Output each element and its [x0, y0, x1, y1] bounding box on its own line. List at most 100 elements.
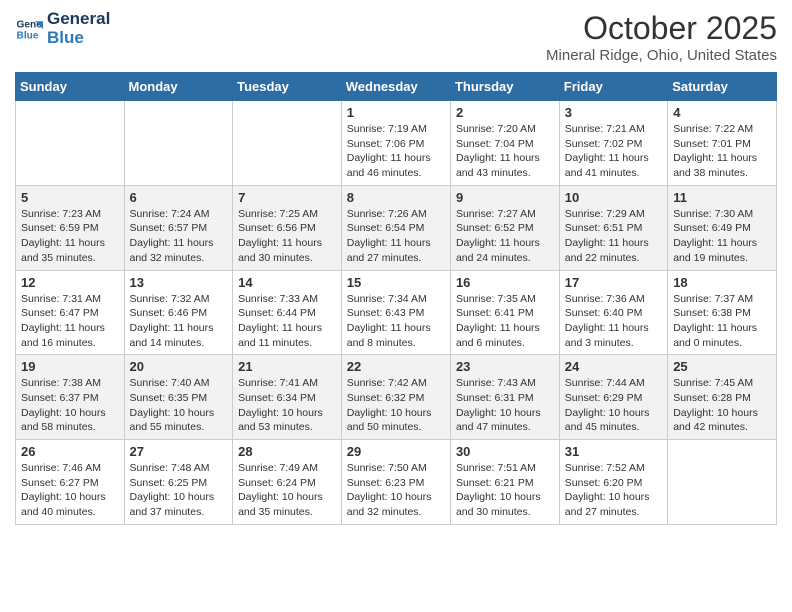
- day-number: 8: [347, 190, 445, 205]
- calendar-cell: 29Sunrise: 7:50 AM Sunset: 6:23 PM Dayli…: [341, 440, 450, 525]
- logo: General Blue General Blue: [15, 10, 110, 47]
- day-number: 12: [21, 275, 119, 290]
- day-number: 29: [347, 444, 445, 459]
- day-number: 13: [130, 275, 228, 290]
- day-number: 31: [565, 444, 662, 459]
- day-info: Sunrise: 7:20 AM Sunset: 7:04 PM Dayligh…: [456, 122, 554, 181]
- calendar-cell: 10 Sunrise: 7:29 AM Sunset: 6:51 PM Dayli…: [559, 185, 667, 270]
- day-info: Sunrise: 7:22 AM Sunset: 7:01 PM Dayligh…: [673, 122, 771, 181]
- calendar-week-row: 12 Sunrise: 7:31 AM Sunset: 6:47 PM Dayli…: [16, 270, 777, 355]
- calendar-cell: 25 Sunrise: 7:45 AM Sunset: 6:28 PM Dayli…: [668, 355, 777, 440]
- day-info: Sunrise: 7:41 AM Sunset: 6:34 PM Dayligh…: [238, 376, 336, 435]
- day-number: 27: [130, 444, 228, 459]
- day-number: 14: [238, 275, 336, 290]
- calendar-cell: [16, 101, 125, 186]
- day-number: 28: [238, 444, 336, 459]
- calendar-cell: 13 Sunrise: 7:32 AM Sunset: 6:46 PM Dayli…: [124, 270, 233, 355]
- day-number: 6: [130, 190, 228, 205]
- day-info: Sunrise: 7:48 AM Sunset: 6:25 PM Dayligh…: [130, 461, 228, 520]
- calendar-cell: 1Sunrise: 7:19 AM Sunset: 7:06 PM Daylig…: [341, 101, 450, 186]
- day-number: 10: [565, 190, 662, 205]
- calendar-cell: 5Sunrise: 7:23 AM Sunset: 6:59 PM Daylig…: [16, 185, 125, 270]
- calendar-header-row: SundayMondayTuesdayWednesdayThursdayFrid…: [16, 73, 777, 101]
- day-number: 5: [21, 190, 119, 205]
- calendar-table: SundayMondayTuesdayWednesdayThursdayFrid…: [15, 72, 777, 525]
- month-title: October 2025: [546, 10, 777, 47]
- day-info: Sunrise: 7:37 AM Sunset: 6:38 PM Dayligh…: [673, 292, 771, 351]
- calendar-cell: 31 Sunrise: 7:52 AM Sunset: 6:20 PM Dayli…: [559, 440, 667, 525]
- day-number: 2: [456, 105, 554, 120]
- calendar-cell: 9 Sunrise: 7:27 AM Sunset: 6:52 PM Daylig…: [450, 185, 559, 270]
- day-info: Sunrise: 7:30 AM Sunset: 6:49 PM Dayligh…: [673, 207, 771, 266]
- calendar-cell: [233, 101, 342, 186]
- calendar-cell: 4 Sunrise: 7:22 AM Sunset: 7:01 PM Daylig…: [668, 101, 777, 186]
- calendar-cell: 26 Sunrise: 7:46 AM Sunset: 6:27 PM Dayli…: [16, 440, 125, 525]
- page-header: General Blue General Blue October 2025 M…: [15, 10, 777, 64]
- weekday-header: Wednesday: [341, 73, 450, 101]
- day-number: 15: [347, 275, 445, 290]
- day-info: Sunrise: 7:52 AM Sunset: 6:20 PM Dayligh…: [565, 461, 662, 520]
- day-info: Sunrise: 7:45 AM Sunset: 6:28 PM Dayligh…: [673, 376, 771, 435]
- calendar-cell: [668, 440, 777, 525]
- calendar-week-row: 1Sunrise: 7:19 AM Sunset: 7:06 PM Daylig…: [16, 101, 777, 186]
- day-info: Sunrise: 7:49 AM Sunset: 6:24 PM Dayligh…: [238, 461, 336, 520]
- calendar-cell: 30 Sunrise: 7:51 AM Sunset: 6:21 PM Dayli…: [450, 440, 559, 525]
- weekday-header: Thursday: [450, 73, 559, 101]
- day-info: Sunrise: 7:31 AM Sunset: 6:47 PM Dayligh…: [21, 292, 119, 351]
- day-info: Sunrise: 7:35 AM Sunset: 6:41 PM Dayligh…: [456, 292, 554, 351]
- day-number: 26: [21, 444, 119, 459]
- day-number: 9: [456, 190, 554, 205]
- calendar-cell: 7 Sunrise: 7:25 AM Sunset: 6:56 PM Daylig…: [233, 185, 342, 270]
- weekday-header: Friday: [559, 73, 667, 101]
- calendar-cell: 18 Sunrise: 7:37 AM Sunset: 6:38 PM Dayli…: [668, 270, 777, 355]
- day-info: Sunrise: 7:40 AM Sunset: 6:35 PM Dayligh…: [130, 376, 228, 435]
- day-info: Sunrise: 7:38 AM Sunset: 6:37 PM Dayligh…: [21, 376, 119, 435]
- day-info: Sunrise: 7:43 AM Sunset: 6:31 PM Dayligh…: [456, 376, 554, 435]
- day-info: Sunrise: 7:25 AM Sunset: 6:56 PM Dayligh…: [238, 207, 336, 266]
- day-info: Sunrise: 7:34 AM Sunset: 6:43 PM Dayligh…: [347, 292, 445, 351]
- calendar-cell: 15 Sunrise: 7:34 AM Sunset: 6:43 PM Dayli…: [341, 270, 450, 355]
- day-info: Sunrise: 7:46 AM Sunset: 6:27 PM Dayligh…: [21, 461, 119, 520]
- logo-general: General: [47, 10, 110, 29]
- weekday-header: Monday: [124, 73, 233, 101]
- calendar-cell: 24 Sunrise: 7:44 AM Sunset: 6:29 PM Dayli…: [559, 355, 667, 440]
- calendar-cell: 20 Sunrise: 7:40 AM Sunset: 6:35 PM Dayli…: [124, 355, 233, 440]
- day-number: 16: [456, 275, 554, 290]
- day-info: Sunrise: 7:33 AM Sunset: 6:44 PM Dayligh…: [238, 292, 336, 351]
- day-number: 1: [347, 105, 445, 120]
- day-number: 24: [565, 359, 662, 374]
- calendar-cell: 23Sunrise: 7:43 AM Sunset: 6:31 PM Dayli…: [450, 355, 559, 440]
- day-number: 22: [347, 359, 445, 374]
- day-number: 30: [456, 444, 554, 459]
- svg-text:Blue: Blue: [17, 30, 39, 41]
- day-number: 7: [238, 190, 336, 205]
- calendar-cell: 27 Sunrise: 7:48 AM Sunset: 6:25 PM Dayli…: [124, 440, 233, 525]
- day-number: 21: [238, 359, 336, 374]
- weekday-header: Saturday: [668, 73, 777, 101]
- day-info: Sunrise: 7:29 AM Sunset: 6:51 PM Dayligh…: [565, 207, 662, 266]
- day-number: 17: [565, 275, 662, 290]
- day-number: 20: [130, 359, 228, 374]
- title-section: October 2025 Mineral Ridge, Ohio, United…: [546, 10, 777, 64]
- day-info: Sunrise: 7:44 AM Sunset: 6:29 PM Dayligh…: [565, 376, 662, 435]
- weekday-header: Tuesday: [233, 73, 342, 101]
- day-info: Sunrise: 7:36 AM Sunset: 6:40 PM Dayligh…: [565, 292, 662, 351]
- day-number: 18: [673, 275, 771, 290]
- day-info: Sunrise: 7:51 AM Sunset: 6:21 PM Dayligh…: [456, 461, 554, 520]
- calendar-week-row: 19 Sunrise: 7:38 AM Sunset: 6:37 PM Dayli…: [16, 355, 777, 440]
- location: Mineral Ridge, Ohio, United States: [546, 47, 777, 64]
- calendar-cell: 3Sunrise: 7:21 AM Sunset: 7:02 PM Daylig…: [559, 101, 667, 186]
- calendar-cell: 16 Sunrise: 7:35 AM Sunset: 6:41 PM Dayli…: [450, 270, 559, 355]
- weekday-header: Sunday: [16, 73, 125, 101]
- day-info: Sunrise: 7:21 AM Sunset: 7:02 PM Dayligh…: [565, 122, 662, 181]
- day-number: 4: [673, 105, 771, 120]
- calendar-cell: 8 Sunrise: 7:26 AM Sunset: 6:54 PM Daylig…: [341, 185, 450, 270]
- calendar-cell: 19 Sunrise: 7:38 AM Sunset: 6:37 PM Dayli…: [16, 355, 125, 440]
- day-info: Sunrise: 7:32 AM Sunset: 6:46 PM Dayligh…: [130, 292, 228, 351]
- calendar-cell: 12 Sunrise: 7:31 AM Sunset: 6:47 PM Dayli…: [16, 270, 125, 355]
- day-number: 25: [673, 359, 771, 374]
- day-info: Sunrise: 7:26 AM Sunset: 6:54 PM Dayligh…: [347, 207, 445, 266]
- day-info: Sunrise: 7:27 AM Sunset: 6:52 PM Dayligh…: [456, 207, 554, 266]
- calendar-week-row: 5Sunrise: 7:23 AM Sunset: 6:59 PM Daylig…: [16, 185, 777, 270]
- day-number: 19: [21, 359, 119, 374]
